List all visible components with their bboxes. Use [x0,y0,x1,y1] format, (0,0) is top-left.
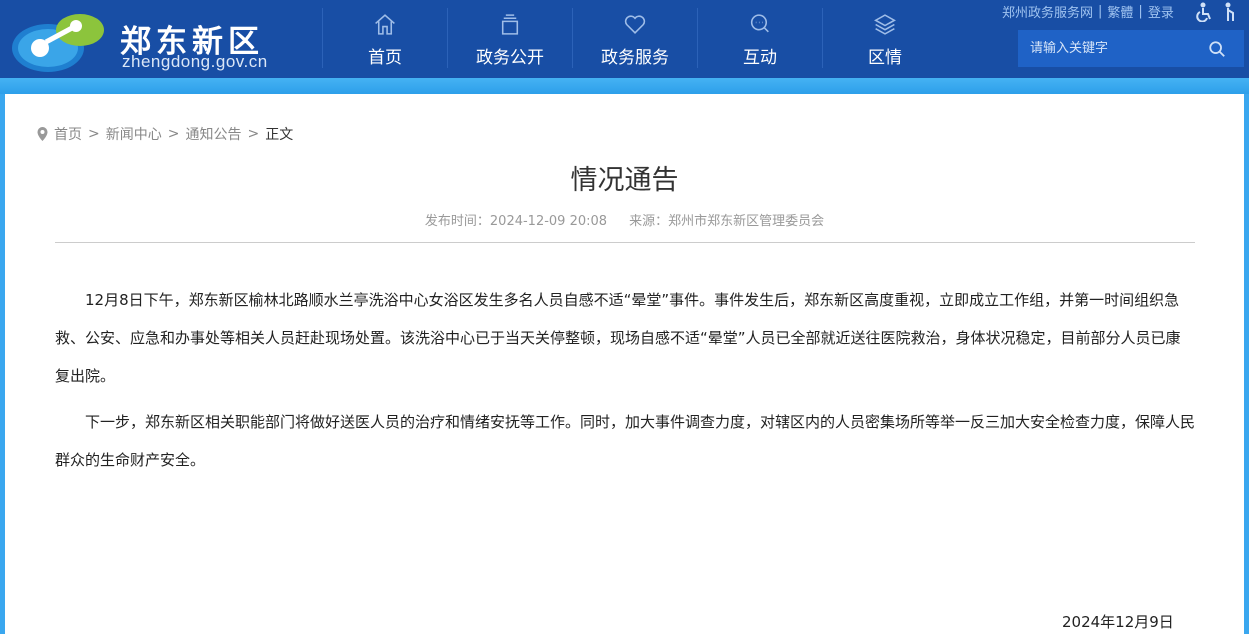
breadcrumb-notices[interactable]: 通知公告 [185,124,241,144]
paragraph: 12月8日下午，郑东新区榆林北路顺水兰亭洗浴中心女浴区发生多名人员自感不适“晕堂… [55,291,1181,385]
nav-label: 政务服务 [601,48,669,68]
breadcrumb: 首页 > 新闻中心 > 通知公告 > 正文 [37,124,293,144]
publish-time: 发布时间：2024-12-09 20:08 [424,214,608,229]
breadcrumb-current: 正文 [265,127,294,143]
breadcrumb-news[interactable]: 新闻中心 [106,124,162,144]
layers-icon [874,14,896,35]
nav-gov-open[interactable]: 政务公开 [447,8,572,68]
header-strip [0,78,1249,94]
heart-icon [624,15,646,34]
wheelchair-icon[interactable] [1194,2,1214,22]
chat-icon [750,14,769,33]
top-links: 郑州政务服务网 | 繁體 | 登录 [1002,2,1174,21]
breadcrumb-home[interactable]: 首页 [54,124,82,144]
link-login[interactable]: 登录 [1148,2,1174,21]
paragraph: 下一步，郑东新区相关职能部门将做好送医人员的治疗和情绪安抚等工作。同时，加大事件… [55,413,1196,469]
nav-label: 首页 [368,48,402,68]
site-header: 郑东新区 zhengdong.gov.cn 首页 政务公开 政务服务 互动 区情… [0,0,1249,78]
article-title: 情况通告 [570,165,679,196]
elderly-icon[interactable] [1220,2,1240,22]
nav-district[interactable]: 区情 [822,8,947,68]
folder-icon [501,14,519,35]
main-nav: 首页 政务公开 政务服务 互动 区情 [322,8,947,68]
link-traditional[interactable]: 繁體 [1107,2,1133,21]
link-zhengzhou-service[interactable]: 郑州政务服务网 [1002,2,1093,21]
nav-label: 区情 [868,48,902,68]
logo-domain: zhengdong.gov.cn [122,52,268,71]
location-pin-icon [37,127,48,141]
nav-label: 互动 [743,48,777,68]
article-date: 2024年12月9日 [1062,613,1174,631]
search-icon[interactable] [1208,40,1226,58]
home-icon [375,14,395,35]
nav-gov-service[interactable]: 政务服务 [572,8,697,68]
article-body: 12月8日下午，郑东新区榆林北路顺水兰亭洗浴中心女浴区发生多名人员自感不适“晕堂… [55,281,1195,487]
search-input[interactable] [1018,41,1208,56]
content-panel: 首页 > 新闻中心 > 通知公告 > 正文 情况通告 发布时间：2024-12-09 … [5,94,1244,634]
nav-label: 政务公开 [476,48,544,68]
search-box [1018,30,1244,67]
nav-interact[interactable]: 互动 [697,8,822,68]
site-logo[interactable] [10,8,110,74]
article-source: 来源：郑州市郑东新区管理委员会 [629,214,825,229]
nav-home[interactable]: 首页 [322,8,447,68]
article-meta: 发布时间：2024-12-09 20:08 来源：郑州市郑东新区管理委员会 [5,210,1244,229]
divider [55,242,1195,243]
